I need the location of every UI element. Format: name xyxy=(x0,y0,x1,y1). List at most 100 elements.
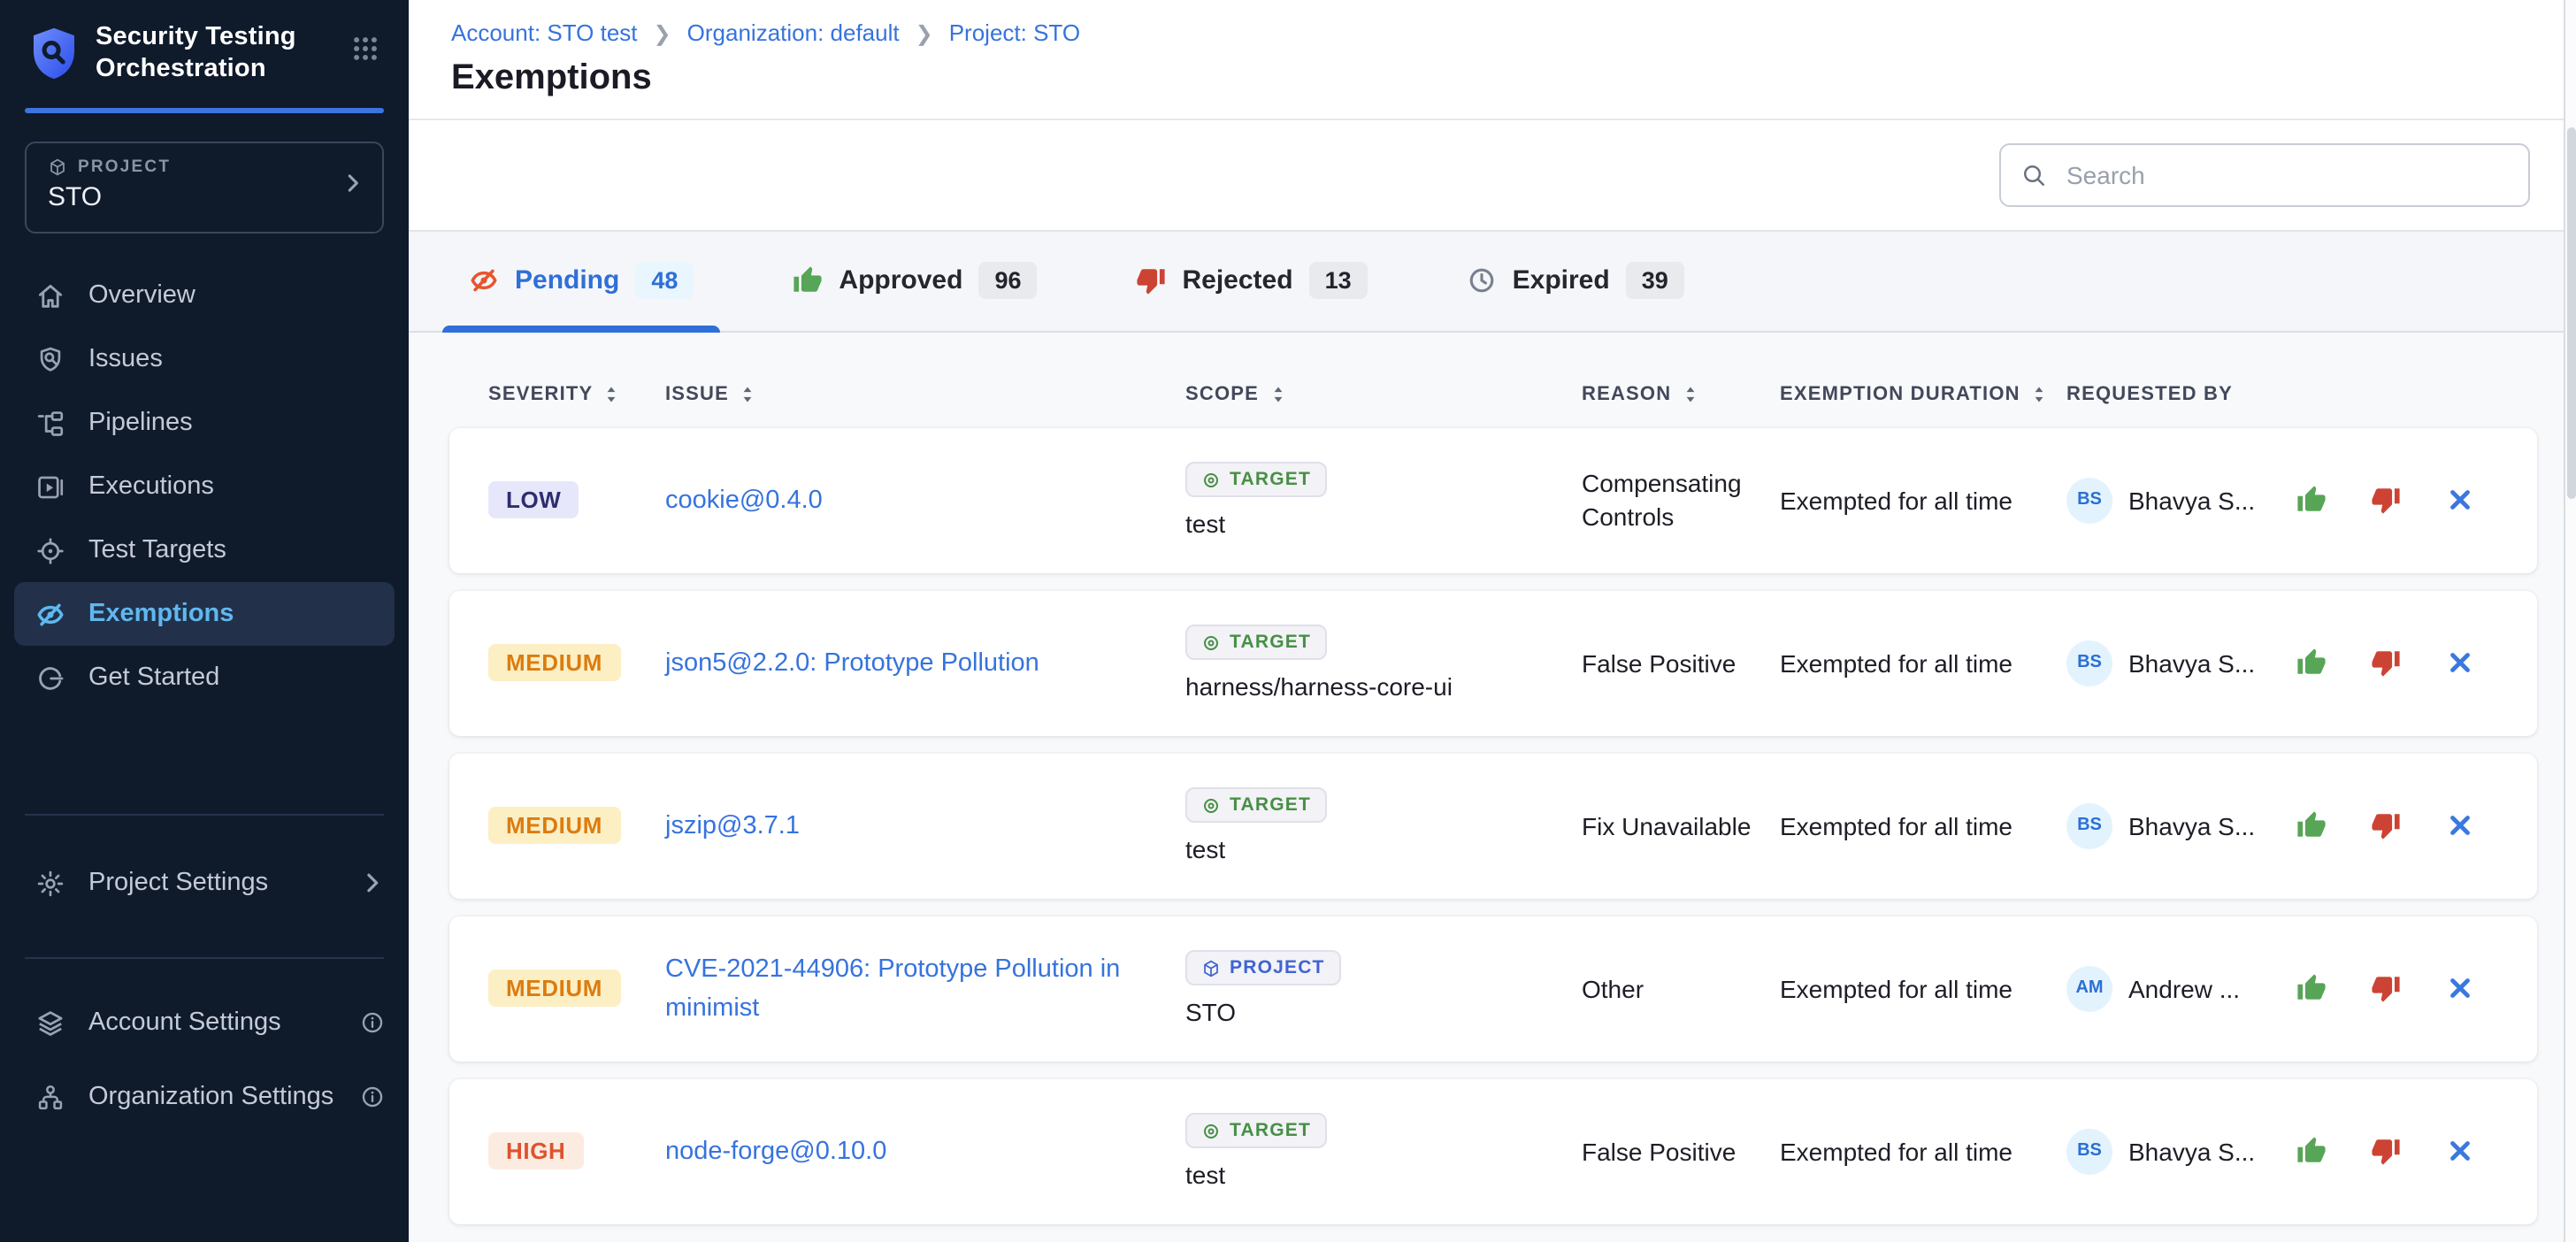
issue-cell: CVE-2021-44906: Prototype Pollution in m… xyxy=(665,949,1185,1029)
dismiss-button[interactable] xyxy=(2445,648,2475,678)
scrollbar[interactable] xyxy=(2564,0,2576,1242)
sidebar-item-get-started[interactable]: Get Started xyxy=(0,647,409,710)
requested-by-name: Bhavya S... xyxy=(2128,1138,2255,1166)
issue-cell: jszip@3.7.1 xyxy=(665,807,1185,847)
search-input[interactable] xyxy=(1999,143,2530,207)
duration-cell: Exempted for all time xyxy=(1780,1135,2066,1169)
sort-icon xyxy=(1269,384,1285,405)
tab-label: Pending xyxy=(515,266,619,296)
thumbs-up-icon xyxy=(2296,974,2327,1004)
target-icon xyxy=(1201,796,1221,816)
sidebar-item-project-settings[interactable]: Project Settings xyxy=(0,848,409,919)
thumbs-down-icon xyxy=(2371,648,2401,678)
target-icon xyxy=(1201,1122,1221,1141)
tab-pending[interactable]: Pending 48 xyxy=(442,232,720,331)
severity-cell: MEDIUM xyxy=(488,970,665,1008)
issue-cell: cookie@0.4.0 xyxy=(665,481,1185,521)
issue-link[interactable]: CVE-2021-44906: Prototype Pollution in m… xyxy=(665,949,1185,1029)
scope-badge: TARGET xyxy=(1185,463,1327,498)
approve-button[interactable] xyxy=(2296,486,2327,516)
dismiss-button[interactable] xyxy=(2445,1137,2475,1167)
scope-name: harness/harness-core-ui xyxy=(1185,673,1453,702)
sidebar-item-executions[interactable]: Executions xyxy=(0,456,409,519)
sidebar-item-exemptions[interactable]: Exemptions xyxy=(14,583,395,647)
breadcrumb-account-link[interactable]: Account: STO test xyxy=(451,19,638,46)
approve-button[interactable] xyxy=(2296,811,2327,841)
tab-expired[interactable]: Expired 39 xyxy=(1440,232,1711,331)
module-switcher-button[interactable] xyxy=(350,34,380,69)
info-icon[interactable] xyxy=(357,1011,387,1036)
breadcrumb-project-link[interactable]: Project: STO xyxy=(949,19,1080,46)
scope-badge: TARGET xyxy=(1185,788,1327,824)
sidebar-item-organization-settings[interactable]: Organization Settings xyxy=(0,1062,409,1133)
thumbs-up-icon xyxy=(2296,486,2327,516)
thumbs-down-icon xyxy=(2371,974,2401,1004)
crosshair-icon xyxy=(35,536,65,566)
shield-search-icon xyxy=(35,345,65,375)
tab-approved[interactable]: Approved 96 xyxy=(766,232,1063,331)
issue-link[interactable]: json5@2.2.0: Prototype Pollution xyxy=(665,644,1071,684)
requested-by-cell: BS Bhavya S... xyxy=(2066,803,2296,849)
reject-button[interactable] xyxy=(2371,648,2401,678)
reject-button[interactable] xyxy=(2371,811,2401,841)
scope-name: test xyxy=(1185,510,1225,539)
avatar: BS xyxy=(2066,803,2112,849)
sidebar-item-label: Test Targets xyxy=(88,537,226,565)
close-icon xyxy=(2445,811,2475,841)
column-header-label: SCOPE xyxy=(1185,384,1259,405)
tab-rejected[interactable]: Rejected 13 xyxy=(1110,232,1394,331)
approve-button[interactable] xyxy=(2296,974,2327,1004)
column-header[interactable]: SCOPE xyxy=(1185,384,1582,405)
sidebar-item-account-settings[interactable]: Account Settings xyxy=(0,988,409,1059)
thumbs-up-icon xyxy=(793,266,823,296)
reject-button[interactable] xyxy=(2371,486,2401,516)
sidebar-item-test-targets[interactable]: Test Targets xyxy=(0,519,409,583)
breadcrumb-organization-link[interactable]: Organization: default xyxy=(687,19,900,46)
sidebar-item-label: Account Settings xyxy=(88,1009,281,1038)
sort-icon xyxy=(740,384,755,405)
info-icon[interactable] xyxy=(357,1085,387,1110)
tab-label: Expired xyxy=(1513,266,1610,296)
project-selector[interactable]: PROJECT STO xyxy=(25,142,384,234)
row-actions xyxy=(2296,811,2498,841)
scope-name: test xyxy=(1185,1162,1225,1190)
sort-icon xyxy=(1682,384,1698,405)
column-header[interactable]: ISSUE xyxy=(665,384,1185,405)
get-started-icon xyxy=(35,663,65,694)
requested-by-name: Bhavya S... xyxy=(2128,487,2255,515)
scope-badge: PROJECT xyxy=(1185,951,1341,986)
sidebar-item-pipelines[interactable]: Pipelines xyxy=(0,392,409,456)
issue-link[interactable]: node-forge@0.10.0 xyxy=(665,1132,918,1172)
layers-icon xyxy=(35,1008,65,1039)
play-box-icon xyxy=(35,472,65,502)
column-header[interactable]: SEVERITY xyxy=(488,384,665,405)
close-icon xyxy=(2445,1137,2475,1167)
sidebar-item-issues[interactable]: Issues xyxy=(0,328,409,392)
approve-button[interactable] xyxy=(2296,1137,2327,1167)
severity-badge: MEDIUM xyxy=(488,970,620,1008)
column-header[interactable]: REASON xyxy=(1582,384,1780,405)
column-header-label: SEVERITY xyxy=(488,384,593,405)
dismiss-button[interactable] xyxy=(2445,486,2475,516)
sto-logo-icon xyxy=(30,27,78,81)
column-header-label: REASON xyxy=(1582,384,1671,405)
approve-button[interactable] xyxy=(2296,648,2327,678)
scrollbar-thumb[interactable] xyxy=(2567,127,2576,499)
clock-icon xyxy=(1467,266,1497,296)
issue-link[interactable]: jszip@3.7.1 xyxy=(665,807,832,847)
table-row: MEDIUM json5@2.2.0: Prototype Pollution xyxy=(449,591,2537,736)
severity-badge: MEDIUM xyxy=(488,645,620,682)
sidebar-item-overview[interactable]: Overview xyxy=(0,264,409,328)
reject-button[interactable] xyxy=(2371,974,2401,1004)
reject-button[interactable] xyxy=(2371,1137,2401,1167)
scope-cell: TARGET test xyxy=(1185,1114,1582,1190)
main-content: Account: STO test ❯ Organization: defaul… xyxy=(409,0,2576,1242)
requested-by-cell: AM Andrew ... xyxy=(2066,966,2296,1012)
column-header[interactable]: EXEMPTION DURATION xyxy=(1780,384,2066,405)
requested-by-cell: BS Bhavya S... xyxy=(2066,478,2296,524)
dismiss-button[interactable] xyxy=(2445,974,2475,1004)
dismiss-button[interactable] xyxy=(2445,811,2475,841)
sidebar-item-label: Project Settings xyxy=(88,870,268,898)
issue-link[interactable]: cookie@0.4.0 xyxy=(665,481,855,521)
column-header[interactable]: REQUESTED BY xyxy=(2066,384,2296,405)
